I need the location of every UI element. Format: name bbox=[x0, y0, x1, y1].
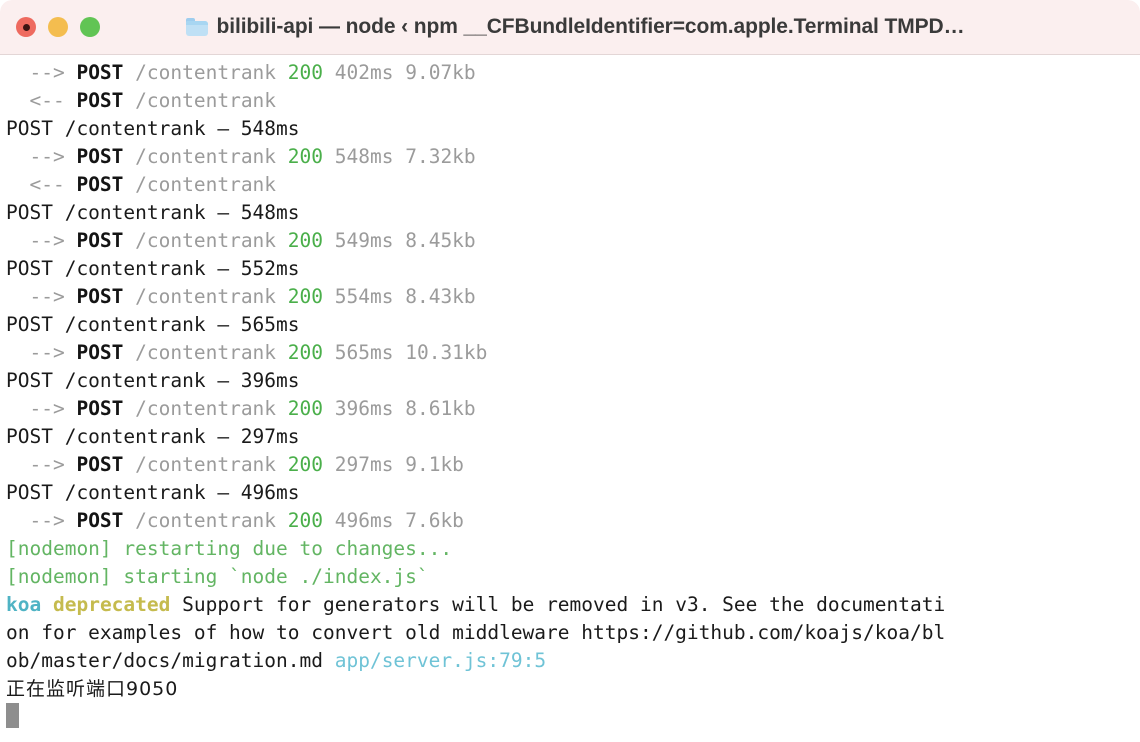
arrow-out: --> bbox=[6, 509, 77, 532]
payload-size: 9.07kb bbox=[405, 61, 476, 84]
duration: 554ms bbox=[323, 285, 406, 308]
status-code: 200 bbox=[287, 145, 324, 168]
request-path: /contentrank bbox=[123, 145, 288, 168]
arrow-in: <-- bbox=[6, 89, 77, 112]
arrow-out: --> bbox=[6, 61, 77, 84]
close-button[interactable] bbox=[16, 17, 36, 37]
request-path: /contentrank bbox=[123, 173, 277, 196]
log-line: --> POST /contentrank 200 554ms 8.43kb bbox=[0, 283, 1140, 311]
log-line: --> POST /contentrank 200 549ms 8.45kb bbox=[0, 227, 1140, 255]
payload-size: 10.31kb bbox=[405, 341, 488, 364]
status-code: 200 bbox=[287, 397, 324, 420]
payload-size: 8.45kb bbox=[405, 229, 476, 252]
terminal-window: bilibili-api — node ‹ npm __CFBundleIden… bbox=[0, 0, 1140, 742]
log-line-summary: POST /contentrank — 297ms bbox=[6, 425, 300, 448]
duration: 548ms bbox=[323, 145, 406, 168]
listening-port-line: 正在监听端口9050 bbox=[6, 678, 179, 700]
log-line: --> POST /contentrank 200 297ms 9.1kb bbox=[0, 451, 1140, 479]
minimize-button[interactable] bbox=[48, 17, 68, 37]
request-path: /contentrank bbox=[123, 229, 288, 252]
deprecation-warning-row3: ob/master/docs/migration.md app/server.j… bbox=[0, 647, 1140, 675]
log-line: --> POST /contentrank 200 496ms 7.6kb bbox=[0, 507, 1140, 535]
deprecation-message-tail: ob/master/docs/migration.md bbox=[6, 649, 335, 672]
http-method: POST bbox=[76, 453, 124, 476]
request-path: /contentrank bbox=[123, 285, 288, 308]
block-cursor[interactable] bbox=[6, 703, 19, 728]
log-line: --> POST /contentrank 200 396ms 8.61kb bbox=[0, 395, 1140, 423]
log-line-summary: POST /contentrank — 548ms bbox=[6, 201, 300, 224]
payload-size: 7.6kb bbox=[405, 509, 464, 532]
payload-size: 9.1kb bbox=[405, 453, 464, 476]
deprecation-warning-row2: on for examples of how to convert old mi… bbox=[6, 621, 946, 644]
log-line-summary: POST /contentrank — 396ms bbox=[6, 369, 300, 392]
nodemon-restart-line: [nodemon] restarting due to changes... bbox=[6, 537, 453, 560]
nodemon-start-line: [nodemon] starting `node ./index.js` bbox=[6, 565, 429, 588]
log-line: --> POST /contentrank 200 565ms 10.31kb bbox=[0, 339, 1140, 367]
status-code: 200 bbox=[287, 509, 324, 532]
duration: 396ms bbox=[323, 397, 406, 420]
status-code: 200 bbox=[287, 229, 324, 252]
deprecation-warning-row1: koa deprecated Support for generators wi… bbox=[0, 591, 1140, 619]
cursor-line bbox=[0, 703, 1140, 733]
log-line-summary: POST /contentrank — 548ms bbox=[6, 117, 300, 140]
request-path: /contentrank bbox=[123, 89, 277, 112]
title-container: bilibili-api — node ‹ npm __CFBundleIden… bbox=[0, 0, 1140, 54]
arrow-out: --> bbox=[6, 341, 77, 364]
request-path: /contentrank bbox=[123, 453, 288, 476]
title-bar: bilibili-api — node ‹ npm __CFBundleIden… bbox=[0, 0, 1140, 55]
log-line: --> POST /contentrank 200 548ms 7.32kb bbox=[0, 143, 1140, 171]
http-method: POST bbox=[76, 145, 124, 168]
payload-size: 8.43kb bbox=[405, 285, 476, 308]
http-method: POST bbox=[76, 173, 124, 196]
request-path: /contentrank bbox=[123, 509, 288, 532]
payload-size: 7.32kb bbox=[405, 145, 476, 168]
log-line-summary: POST /contentrank — 565ms bbox=[6, 313, 300, 336]
arrow-out: --> bbox=[6, 453, 77, 476]
http-method: POST bbox=[76, 397, 124, 420]
folder-icon bbox=[185, 18, 208, 36]
status-code: 200 bbox=[287, 61, 324, 84]
request-path: /contentrank bbox=[123, 61, 288, 84]
window-title: bilibili-api — node ‹ npm __CFBundleIden… bbox=[216, 15, 965, 38]
arrow-out: --> bbox=[6, 229, 77, 252]
http-method: POST bbox=[76, 341, 124, 364]
http-method: POST bbox=[76, 509, 124, 532]
arrow-out: --> bbox=[6, 285, 77, 308]
deprecated-tag: deprecated bbox=[52, 593, 171, 616]
http-method: POST bbox=[76, 89, 124, 112]
arrow-in: <-- bbox=[6, 173, 77, 196]
duration: 297ms bbox=[323, 453, 406, 476]
duration: 565ms bbox=[323, 341, 406, 364]
log-line-summary: POST /contentrank — 552ms bbox=[6, 257, 300, 280]
status-code: 200 bbox=[287, 341, 324, 364]
request-path: /contentrank bbox=[123, 341, 288, 364]
request-path: /contentrank bbox=[123, 397, 288, 420]
http-method: POST bbox=[76, 61, 124, 84]
duration: 402ms bbox=[323, 61, 406, 84]
http-method: POST bbox=[76, 285, 124, 308]
terminal-output[interactable]: --> POST /contentrank 200 402ms 9.07kb <… bbox=[0, 55, 1140, 742]
traffic-light-group bbox=[16, 17, 100, 37]
zoom-button[interactable] bbox=[80, 17, 100, 37]
log-line-summary: POST /contentrank — 496ms bbox=[6, 481, 300, 504]
deprecation-message: Support for generators will be removed i… bbox=[170, 593, 946, 616]
arrow-out: --> bbox=[6, 145, 77, 168]
log-line: <-- POST /contentrank bbox=[0, 171, 1140, 199]
duration: 549ms bbox=[323, 229, 406, 252]
duration: 496ms bbox=[323, 509, 406, 532]
payload-size: 8.61kb bbox=[405, 397, 476, 420]
koa-tag: koa bbox=[6, 593, 42, 616]
arrow-out: --> bbox=[6, 397, 77, 420]
http-method: POST bbox=[76, 229, 124, 252]
source-reference: app/server.js:79:5 bbox=[334, 649, 547, 672]
log-line: <-- POST /contentrank bbox=[0, 87, 1140, 115]
status-code: 200 bbox=[287, 285, 324, 308]
status-code: 200 bbox=[287, 453, 324, 476]
log-line: --> POST /contentrank 200 402ms 9.07kb bbox=[0, 59, 1140, 87]
